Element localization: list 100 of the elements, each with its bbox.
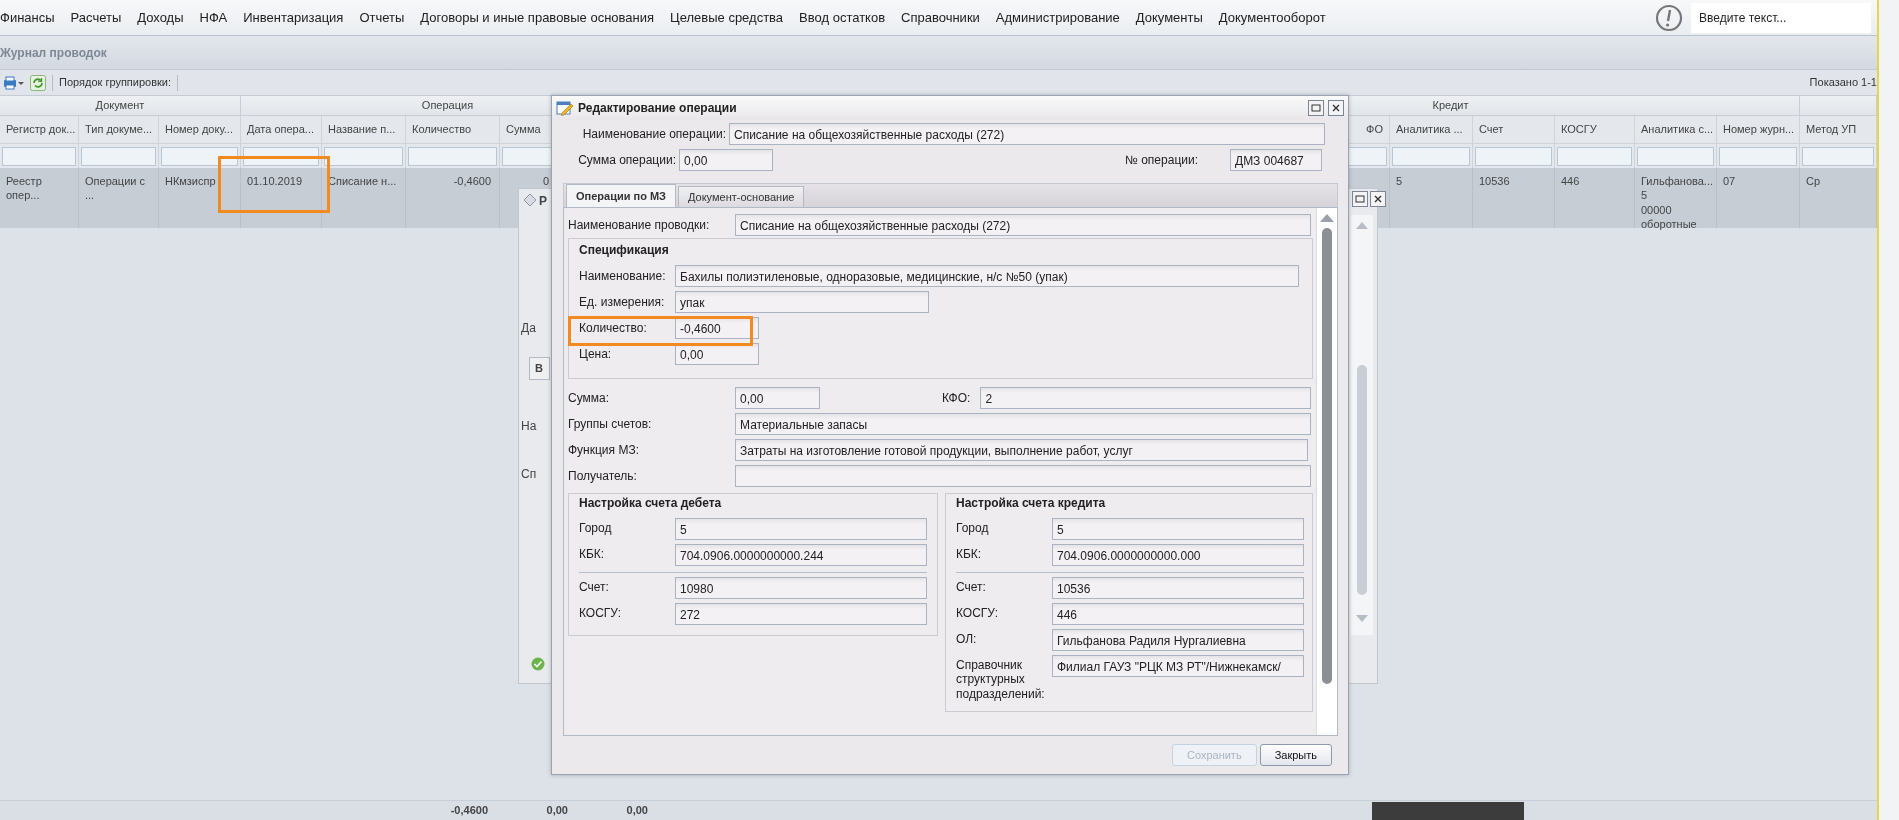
field-label: Функция МЗ: (568, 442, 640, 459)
menu-item[interactable]: Администрирование (987, 7, 1128, 28)
field-label: Ед. измерения: (579, 294, 666, 311)
text-field[interactable]: 5 (675, 518, 927, 540)
text-field[interactable]: ДМЗ 004687 (1230, 149, 1322, 171)
filter-field[interactable] (1719, 146, 1797, 166)
table-cell: Ср (1800, 168, 1877, 228)
close-icon (1331, 103, 1341, 113)
field-label: Счет: (956, 579, 987, 595)
filter-field[interactable] (1802, 146, 1874, 166)
text-field[interactable]: 2 (980, 387, 1312, 409)
field-label: КФО: (942, 390, 971, 407)
section-title: Настройка счета дебета (579, 495, 722, 512)
field-label: Получатель: (568, 468, 638, 485)
field-label: Город (579, 520, 613, 536)
dialog-button[interactable]: Закрыть (1259, 744, 1332, 766)
text-field[interactable]: Материальные запасы (735, 413, 1311, 435)
text-field[interactable]: 0,00 (735, 387, 820, 409)
field-label: Цена: (579, 346, 613, 363)
menu-item[interactable]: Ввод остатков (791, 7, 894, 28)
menu-item[interactable]: Отчеты (351, 7, 413, 28)
column-header[interactable]: Тип докуме... (79, 116, 159, 144)
text-field[interactable]: Бахилы полиэтиленовые, одноразовые, медицинские, н/с №50 (упак) (675, 265, 1299, 287)
column-header[interactable]: Номер журн... (1717, 116, 1800, 144)
document-icon (523, 193, 537, 207)
filter-field[interactable] (161, 146, 238, 166)
total-value: -0,4600 (449, 803, 489, 819)
search-field[interactable]: Введите текст... (1691, 2, 1871, 33)
table-cell: Гильфанова... 5 00000 оборотные (1635, 168, 1717, 228)
menu-item[interactable]: НФА (191, 7, 236, 28)
column-header[interactable]: Дата опера... (241, 116, 322, 144)
maximize-icon (1311, 103, 1321, 113)
caret-icon (18, 79, 24, 86)
field-label: Да (521, 320, 536, 337)
filter-field[interactable] (1392, 146, 1470, 166)
text-field[interactable]: 10536 (1052, 577, 1304, 599)
text-field[interactable]: 446 (1052, 603, 1304, 625)
text-field[interactable]: 5 (1052, 518, 1304, 540)
column-header[interactable]: Номер доку... (159, 116, 241, 144)
menu-item[interactable]: Финансы (0, 7, 63, 28)
text-field[interactable]: 10980 (675, 577, 927, 599)
table-cell: НКмзиспр (159, 168, 241, 228)
text-field[interactable]: Списание на общехозяйственные расходы (272) (735, 214, 1311, 236)
tab[interactable]: В (529, 357, 550, 380)
text-field[interactable]: Филиал ГАУЗ "РЦК МЗ РТ"/Нижнекамск/ (1052, 655, 1304, 677)
toolbar-label: Порядок группировки: (59, 75, 172, 91)
text-field[interactable]: Гильфанова Радиля Нургалиевна (1052, 629, 1304, 651)
column-header[interactable]: Метод УП (1800, 116, 1877, 144)
menu-item[interactable]: Расчеты (62, 7, 130, 28)
refresh-button[interactable] (30, 74, 46, 91)
text-field[interactable]: 0,00 (679, 149, 773, 171)
table-cell: 10536 (1473, 168, 1555, 228)
filter-field[interactable] (1475, 146, 1552, 166)
column-header[interactable]: Регистр док... (0, 116, 79, 144)
field-label: Сумма операции: (577, 152, 676, 169)
field-label: КОСГУ: (579, 605, 623, 621)
menu-item[interactable]: Документооборот (1210, 7, 1334, 28)
close-button[interactable] (1370, 191, 1386, 207)
filter-field[interactable] (1637, 146, 1714, 166)
filter-field[interactable] (408, 146, 497, 166)
close-icon (1373, 194, 1383, 204)
close-button[interactable] (1328, 100, 1344, 116)
filter-field[interactable] (324, 146, 403, 166)
field-label: Справочник структурных подразделений: (956, 657, 1046, 702)
column-header: На (521, 418, 537, 435)
column-header[interactable]: Название п... (322, 116, 406, 144)
table-cell: 07 (1717, 168, 1800, 228)
maximize-icon (1355, 194, 1365, 204)
text-field[interactable]: упак (675, 291, 929, 313)
alert-icon (1655, 3, 1683, 32)
print-button[interactable] (2, 74, 24, 91)
text-field[interactable]: 704.0906.0000000000.244 (675, 544, 927, 566)
edit-icon (556, 99, 574, 117)
column-header[interactable]: Счет (1473, 116, 1555, 144)
tab[interactable]: Операции по МЗ (566, 184, 676, 207)
menu-item[interactable]: Целевые средства (662, 7, 792, 28)
text-field[interactable]: 704.0906.0000000000.000 (1052, 544, 1304, 566)
column-header[interactable]: Аналитика с... (1635, 116, 1717, 144)
field-label: Сумма: (568, 390, 611, 407)
table-cell: -0,4600 (406, 168, 500, 228)
menu-item[interactable]: Доходы (129, 7, 192, 28)
filter-field[interactable] (2, 146, 76, 166)
text-field[interactable]: Затраты на изготовление готовой продукции, выполнение работ, услуг (735, 439, 1308, 461)
menu-item[interactable]: Документы (1127, 7, 1211, 28)
filter-field[interactable] (1557, 146, 1632, 166)
field-label: № операции: (1125, 152, 1198, 169)
text-field[interactable]: 272 (675, 603, 927, 625)
table-cell: Операции с ... (79, 168, 159, 228)
column-header[interactable]: КОСГУ (1555, 116, 1635, 144)
field-label: КБК: (956, 546, 983, 562)
tab[interactable]: Документ-основание (678, 186, 805, 207)
menu-item[interactable]: Справочники (893, 7, 988, 28)
text-field[interactable] (735, 465, 1311, 487)
menu-item[interactable]: Инвентаризация (235, 7, 352, 28)
filter-field[interactable] (81, 146, 156, 166)
column-header[interactable]: Аналитика ... (1390, 116, 1473, 144)
menu-item[interactable]: Договоры и иные правовые основания (412, 7, 663, 28)
field-label: Количество: (579, 320, 648, 337)
column-header[interactable]: Количество (406, 116, 500, 144)
text-field[interactable]: Списание на общехозяйственные расходы (272) (729, 123, 1325, 145)
